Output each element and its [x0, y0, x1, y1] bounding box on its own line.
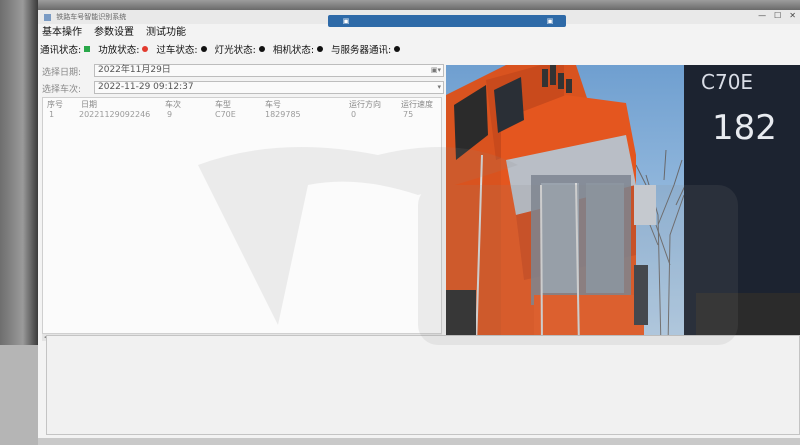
- status-passing: 过车状态:: [156, 42, 207, 56]
- status-label: 功放状态:: [98, 45, 140, 56]
- date-picker[interactable]: 2022年11月29日 ▣▾: [94, 64, 444, 77]
- header-cell[interactable]: 车号: [265, 99, 281, 110]
- log-panel: [46, 335, 800, 435]
- cell-train: 9: [167, 110, 173, 119]
- cell-direction: 0: [351, 110, 357, 119]
- status-label: 相机状态:: [272, 45, 315, 56]
- cell-index: 1: [49, 110, 55, 119]
- status-indicator: [317, 46, 324, 52]
- status-light: 灯光状态:: [215, 42, 265, 56]
- status-indicator: [142, 46, 149, 52]
- monitor-bezel-bottom: [38, 438, 800, 445]
- window-title: 铁路车号智能识别系统: [56, 13, 127, 21]
- app-icon: [44, 13, 51, 21]
- status-label: 灯光状态:: [214, 45, 256, 56]
- status-label: 过车状态:: [156, 45, 198, 56]
- taskbar-icon[interactable]: ▣: [342, 17, 350, 25]
- menu-item-test[interactable]: 测试功能: [146, 26, 186, 40]
- chevron-down-icon[interactable]: ▾: [437, 82, 441, 93]
- app-window: 铁路车号智能识别系统 ▣ ▣ — ☐ ✕ 基本操作 参数设置 测试功能 通讯状态…: [38, 10, 800, 438]
- cell-speed: 75: [403, 110, 414, 119]
- close-icon[interactable]: ✕: [789, 11, 796, 23]
- date-row: 选择日期: 2022年11月29日 ▣▾: [40, 64, 444, 78]
- header-cell[interactable]: 日期: [81, 99, 97, 110]
- status-indicator: [394, 46, 401, 52]
- status-camera: 相机状态:: [272, 42, 324, 56]
- window-controls: — ☐ ✕: [758, 11, 796, 23]
- menu-item-basic[interactable]: 基本操作: [42, 26, 82, 40]
- status-comm-label: 通讯状态:: [40, 45, 82, 56]
- car-type-marking: C70E: [701, 70, 753, 94]
- background-wall: [0, 345, 38, 445]
- train-row: 选择车次: 2022-11-29 09:12:37 ▾: [40, 81, 444, 95]
- header-cell[interactable]: 车次: [165, 99, 181, 110]
- cell-car-type: C70E: [215, 110, 236, 119]
- calendar-icon[interactable]: ▣▾: [431, 65, 441, 76]
- train-select[interactable]: 2022-11-29 09:12:37 ▾: [94, 81, 444, 94]
- header-cell[interactable]: 车型: [215, 99, 231, 110]
- camera-view: C70E 182: [446, 65, 800, 347]
- status-comm: 通讯状态:: [40, 42, 91, 56]
- status-indicator: [258, 46, 265, 52]
- table-header: 序号 日期 车次 车型 车号 运行方向 运行速度: [43, 99, 443, 110]
- maximize-icon[interactable]: ☐: [774, 11, 781, 23]
- monitor-bezel-top: [0, 0, 800, 10]
- status-label: 与服务器通讯:: [331, 45, 392, 56]
- status-indicator: [200, 46, 207, 52]
- header-cell[interactable]: 运行方向: [349, 99, 381, 110]
- train-value: 2022-11-29 09:12:37: [98, 82, 194, 92]
- table-row[interactable]: 1 20221129092246 9 C70E 1829785 0 75: [43, 110, 443, 121]
- status-amp: 功放状态:: [98, 42, 149, 56]
- taskbar-icon[interactable]: ▣: [546, 17, 554, 25]
- date-value: 2022年11月29日: [98, 65, 171, 75]
- date-label: 选择日期:: [42, 68, 82, 78]
- cell-car-number: 1829785: [265, 110, 301, 119]
- car-number-marking: 182: [712, 108, 777, 148]
- status-indicator: [84, 46, 91, 52]
- header-cell[interactable]: 序号: [47, 99, 63, 110]
- minimize-icon[interactable]: —: [758, 11, 766, 23]
- locomotive-image: C70E 182: [446, 65, 800, 347]
- status-server: 与服务器通讯:: [331, 42, 401, 56]
- cell-date: 20221129092246: [79, 110, 151, 119]
- records-table: 序号 日期 车次 车型 车号 运行方向 运行速度 1 2022112909224…: [42, 97, 442, 335]
- menu-bar: 基本操作 参数设置 测试功能: [38, 26, 800, 40]
- menu-item-params[interactable]: 参数设置: [94, 26, 134, 40]
- header-cell[interactable]: 运行速度: [401, 99, 433, 110]
- train-label: 选择车次:: [42, 85, 82, 95]
- status-bar: 通讯状态: 功放状态: 过车状态: 灯光状态: 相机状态: 与服务器通讯:: [38, 42, 800, 56]
